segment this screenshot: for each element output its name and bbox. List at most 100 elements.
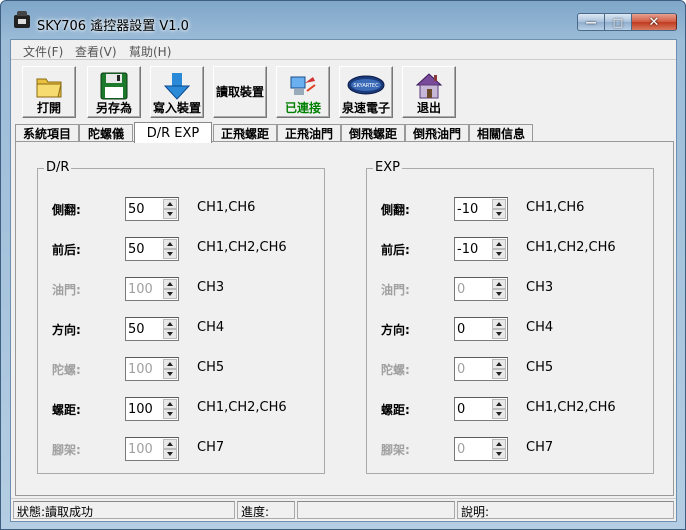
dr-channel-label: CH7: [197, 440, 225, 455]
brand-logo-text: SKYARTEC: [353, 83, 379, 89]
write-device-button[interactable]: 寫入裝置: [150, 66, 204, 118]
dr-value-spinner[interactable]: [125, 237, 179, 261]
dr-channel-label: CH4: [197, 320, 225, 335]
spin-down-arrow-icon[interactable]: [163, 329, 177, 339]
maximize-button[interactable]: □: [604, 13, 631, 31]
tab-idle-throttle[interactable]: 倒飛油門: [405, 124, 469, 142]
tab-strip: 系統項目 陀螺儀 D/R EXP 正飛螺距 正飛油門 倒飛螺距 倒飛油門 相關信…: [11, 122, 676, 143]
app-icon[interactable]: [14, 11, 30, 28]
spin-up-arrow-icon[interactable]: [163, 319, 177, 329]
spin-up-arrow-icon: [163, 279, 177, 289]
dr-row: 螺距: CH1,CH2,CH6: [38, 397, 324, 421]
spin-up-arrow-icon[interactable]: [492, 199, 506, 209]
exp-row-label: 側翻:: [381, 203, 410, 217]
spin-up-arrow-icon: [492, 439, 506, 449]
exp-channel-label: CH4: [526, 320, 554, 335]
exp-value-input[interactable]: [457, 401, 491, 417]
tab-normal-throttle[interactable]: 正飛油門: [277, 124, 341, 142]
spin-buttons: [492, 279, 506, 299]
open-label: 打開: [36, 101, 61, 115]
exp-value-input: [457, 281, 491, 297]
download-arrow-icon: [163, 73, 191, 100]
dr-value-spinner[interactable]: [125, 197, 179, 221]
tab-gyro[interactable]: 陀螺儀: [79, 124, 133, 142]
exp-channel-label: CH1,CH2,CH6: [526, 400, 616, 415]
save-as-label: 另存為: [95, 101, 132, 115]
dr-row: 方向: CH4: [38, 317, 324, 341]
read-device-button[interactable]: 讀取裝置: [213, 66, 267, 118]
tab-related-info[interactable]: 相關信息: [469, 124, 533, 142]
dr-row-label: 側翻:: [52, 203, 81, 217]
save-as-button[interactable]: 另存為: [87, 66, 141, 118]
brand-button[interactable]: SKYARTEC 泉速電子: [339, 66, 393, 118]
menu-view[interactable]: 查看(V): [75, 43, 117, 60]
connect-computer-icon: [290, 76, 316, 95]
exp-value-spinner: [454, 357, 508, 381]
spin-down-arrow-icon: [492, 289, 506, 299]
spin-down-arrow-icon[interactable]: [163, 409, 177, 419]
tab-dr-exp[interactable]: D/R EXP: [134, 122, 212, 143]
spin-buttons: [163, 399, 177, 419]
spin-down-arrow-icon[interactable]: [492, 249, 506, 259]
spin-down-arrow-icon: [492, 369, 506, 379]
dr-value-input[interactable]: [128, 201, 162, 217]
menu-help[interactable]: 幫助(H): [129, 43, 171, 60]
exp-channel-label: CH1,CH2,CH6: [526, 240, 616, 255]
exp-value-input[interactable]: [457, 241, 491, 257]
spin-up-arrow-icon[interactable]: [163, 239, 177, 249]
exp-row: 陀螺: CH5: [367, 357, 653, 381]
read-device-label: 讀取裝置: [215, 85, 264, 99]
exp-value-spinner[interactable]: [454, 317, 508, 341]
spin-up-arrow-icon: [163, 359, 177, 369]
menu-file[interactable]: 文件(F): [23, 43, 63, 60]
client-area: 文件(F) 查看(V) 幫助(H) 打開 另存為 寫入裝置 讀取裝置 已連接 S…: [10, 39, 677, 522]
dr-row: 油門: CH3: [38, 277, 324, 301]
dr-value-input[interactable]: [128, 401, 162, 417]
dr-exp-panel: D/R 側翻: CH1,CH6 前后: CH1,CH2,CH6 油門: CH3 方向: CH4…: [15, 141, 674, 496]
spin-buttons: [163, 199, 177, 219]
spin-up-arrow-icon[interactable]: [492, 319, 506, 329]
exp-value-input: [457, 441, 491, 457]
spin-up-arrow-icon[interactable]: [492, 239, 506, 249]
minimize-button[interactable]: —: [577, 13, 604, 31]
tab-system[interactable]: 系統項目: [15, 124, 79, 142]
dr-channel-label: CH5: [197, 360, 225, 375]
dr-value-spinner[interactable]: [125, 317, 179, 341]
exp-value-input: [457, 361, 491, 377]
tab-idle-pitch[interactable]: 倒飛螺距: [341, 124, 405, 142]
spin-down-arrow-icon[interactable]: [492, 409, 506, 419]
spin-up-arrow-icon[interactable]: [163, 199, 177, 209]
dr-value-spinner[interactable]: [125, 397, 179, 421]
connected-button[interactable]: 已連接: [276, 66, 330, 118]
tab-normal-pitch[interactable]: 正飛螺距: [213, 124, 277, 142]
spin-buttons: [163, 239, 177, 259]
exp-row: 方向: CH4: [367, 317, 653, 341]
spin-down-arrow-icon[interactable]: [163, 209, 177, 219]
dr-group: D/R 側翻: CH1,CH6 前后: CH1,CH2,CH6 油門: CH3 方向: CH4…: [37, 160, 325, 474]
spin-up-arrow-icon[interactable]: [163, 399, 177, 409]
exp-value-spinner[interactable]: [454, 397, 508, 421]
open-button[interactable]: 打開: [22, 66, 76, 118]
spin-down-arrow-icon[interactable]: [163, 249, 177, 259]
status-bar: 狀態:讀取成功 進度: 說明:: [11, 498, 676, 521]
spin-down-arrow-icon: [163, 369, 177, 379]
exp-value-input[interactable]: [457, 321, 491, 337]
exit-button[interactable]: 退出: [402, 66, 456, 118]
dr-value-spinner: [125, 277, 179, 301]
spin-down-arrow-icon[interactable]: [492, 209, 506, 219]
close-button[interactable]: ✕: [631, 13, 677, 31]
title-bar[interactable]: SKY706 遙控器設置 V1.0 — □ ✕: [1, 1, 685, 39]
exp-value-input[interactable]: [457, 201, 491, 217]
exp-value-spinner[interactable]: [454, 197, 508, 221]
exp-value-spinner[interactable]: [454, 237, 508, 261]
status-progress-bar: [297, 501, 455, 519]
dr-value-input[interactable]: [128, 321, 162, 337]
menu-bar: 文件(F) 查看(V) 幫助(H): [11, 40, 676, 60]
dr-value-input[interactable]: [128, 241, 162, 257]
spin-down-arrow-icon[interactable]: [492, 329, 506, 339]
exp-row-label: 腳架:: [381, 443, 410, 457]
spin-up-arrow-icon[interactable]: [492, 399, 506, 409]
spin-down-arrow-icon: [492, 449, 506, 459]
exp-row-label: 螺距:: [381, 403, 410, 417]
dr-value-spinner: [125, 437, 179, 461]
